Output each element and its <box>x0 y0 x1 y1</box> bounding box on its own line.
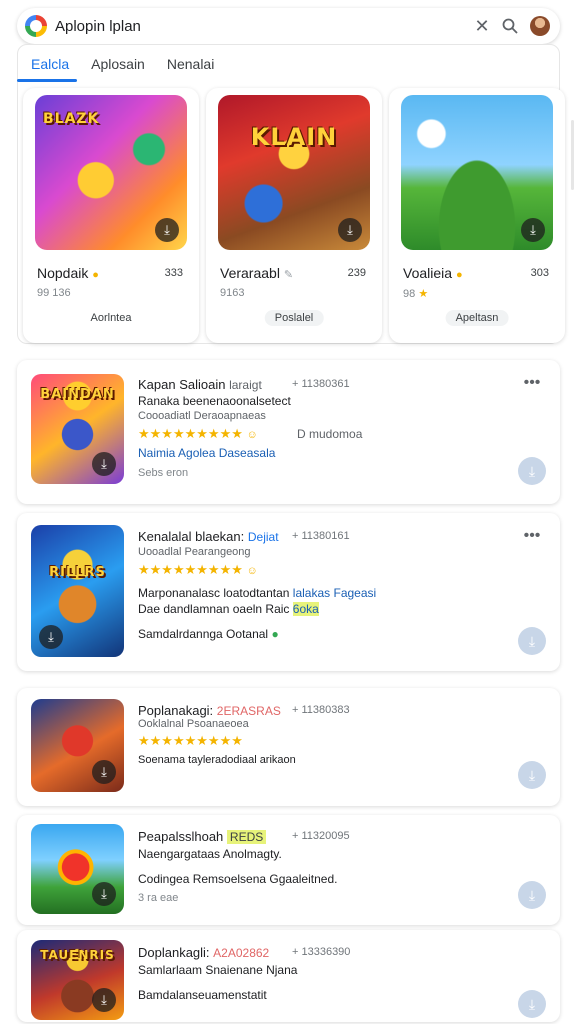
game-thumbnail[interactable]: KLAIN ⤓ <box>218 95 370 250</box>
search-icon[interactable] <box>496 12 524 40</box>
game-score: 333 <box>164 267 183 279</box>
status-icon: ● <box>271 627 279 641</box>
game-score: 239 <box>347 267 366 279</box>
install-icon[interactable]: ⤓ <box>92 760 116 784</box>
featured-card[interactable]: BLAZK ⤓ Nopdaik ● 333 99 136 Aorlntea <box>23 88 199 343</box>
game-title: Doplankagli: A2A02862 <box>138 945 270 960</box>
game-subtitle: Samlarlaam Snaienane Njana <box>138 963 298 977</box>
game-developer: Coooadiatl Deraoapnaeas <box>138 410 266 422</box>
install-icon[interactable]: ⤓ <box>518 881 546 909</box>
category-pill[interactable]: Apeltasn <box>445 310 509 326</box>
game-thumbnail[interactable]: ⤓ <box>31 824 124 914</box>
game-subtitle: Naengargataas Anolmagty. <box>138 847 282 861</box>
game-description-2: Dae dandlamnan oaeln Raic 6oka <box>138 602 319 616</box>
featured-card[interactable]: KLAIN ⤓ Veraraabl ✎ 239 9163 Poslalel <box>206 88 382 343</box>
game-meta: 3 ra eae <box>138 892 179 904</box>
game-subtitle: Ranaka beenenaoonalsetect <box>138 394 291 408</box>
emoji-icon: ☺ <box>246 565 258 577</box>
download-count: + 11380161 <box>292 530 350 542</box>
list-item[interactable]: TAUENRIS ⤓ Doplankagli: A2A02862 + 13336… <box>17 930 560 1022</box>
install-icon[interactable]: ⤓ <box>92 882 116 906</box>
install-icon[interactable]: ⤓ <box>518 990 546 1018</box>
list-item[interactable]: RILLRS ⤓ Kenalalal blaekan: Dejiat + 113… <box>17 513 560 671</box>
category-pill[interactable]: Poslalel <box>264 310 324 326</box>
badge-icon: ● <box>92 269 99 281</box>
game-name: Voalieia ● <box>403 265 463 281</box>
download-count: + 11380383 <box>292 704 350 716</box>
game-thumbnail[interactable]: RILLRS ⤓ <box>31 525 124 657</box>
game-art-title: KLAIN <box>250 122 338 151</box>
tab-bar: Ealcla Aplosain Nenalai <box>17 50 560 82</box>
featured-card[interactable]: ⤓ Voalieia ● 303 98 ★ Apeltasn <box>389 88 565 343</box>
download-count: + 11380361 <box>292 378 350 390</box>
game-art-title: RILLRS <box>49 564 106 580</box>
install-icon[interactable]: ⤓ <box>39 625 63 649</box>
list-item[interactable]: BAINDAN ⤓ Kapan Salioain laraigt + 11380… <box>17 360 560 504</box>
list-item[interactable]: ⤓ Peapalsslhoah REDS + 11320095 Naengarg… <box>17 815 560 925</box>
game-developer: Uooadlal Pearangeong <box>138 546 251 558</box>
game-art-title: BLAZK <box>43 110 100 127</box>
close-icon[interactable]: ✕ <box>468 12 496 40</box>
game-title: Kenalalal blaekan: Dejiat <box>138 529 279 544</box>
emoji-icon: ☺ <box>246 429 258 441</box>
game-name: Veraraabl ✎ <box>220 265 294 281</box>
game-title: Poplanakagi: 2ERASRAS <box>138 703 281 718</box>
game-meta: Samdalrdannga Ootanal ● <box>138 627 279 641</box>
game-description: Marponanalasc loatodtantan lalakas Fagea… <box>138 586 377 600</box>
rating-stars: ★★★★★★★★★ ☺ <box>138 562 258 577</box>
game-title: Peapalsslhoah REDS <box>138 829 267 844</box>
game-thumbnail[interactable]: ⤓ <box>401 95 553 250</box>
game-downloads: 9163 <box>220 287 245 299</box>
google-logo-icon <box>25 15 47 37</box>
game-name: Nopdaik ● <box>37 265 99 281</box>
tab-ealcla[interactable]: Ealcla <box>17 56 78 82</box>
install-icon[interactable]: ⤓ <box>155 218 179 242</box>
game-meta: Sebs eron <box>138 467 189 479</box>
game-art-title: TAUENRIS <box>40 948 115 962</box>
install-icon[interactable]: ⤓ <box>518 627 546 655</box>
game-title: Kapan Salioain laraigt <box>138 377 262 392</box>
install-icon[interactable]: ⤓ <box>521 218 545 242</box>
install-icon[interactable]: ⤓ <box>518 761 546 789</box>
rating-stars: ★★★★★★★★★ <box>138 733 243 748</box>
download-count: + 13336390 <box>292 946 351 958</box>
game-description: Codingea Remsoelsena Ggaaleitned. <box>138 872 338 886</box>
download-count: + 11320095 <box>292 830 350 842</box>
game-thumbnail[interactable]: BAINDAN ⤓ <box>31 374 124 484</box>
game-art-title: BAINDAN <box>40 387 115 403</box>
search-input[interactable]: Aplopin lplan <box>55 18 468 35</box>
avatar[interactable] <box>530 16 550 36</box>
game-developer: Ooklalnal Psoanaeoea <box>138 718 249 730</box>
game-description: Bamdalanseuamenstatit <box>138 988 267 1002</box>
tab-aplosain[interactable]: Aplosain <box>77 56 153 82</box>
star-icon: ★ <box>418 288 429 300</box>
game-thumbnail[interactable]: TAUENRIS ⤓ <box>31 940 124 1020</box>
install-icon[interactable]: ⤓ <box>338 218 362 242</box>
scrollbar[interactable] <box>571 120 574 190</box>
install-icon[interactable]: ⤓ <box>518 457 546 485</box>
tab-nenalai[interactable]: Nenalai <box>153 56 222 82</box>
edit-icon: ✎ <box>283 269 294 281</box>
more-options-icon[interactable]: ••• <box>520 528 544 545</box>
game-downloads: 98 ★ <box>403 288 429 300</box>
rating-text: D mudomoa <box>297 427 363 441</box>
game-score: 303 <box>530 267 549 279</box>
game-thumbnail[interactable]: BLAZK ⤓ <box>35 95 187 250</box>
game-feature: Naimia Agolea Daseasala <box>138 446 276 460</box>
search-bar[interactable]: Aplopin lplan ✕ <box>17 8 560 44</box>
game-thumbnail[interactable]: ⤓ <box>31 699 124 792</box>
game-description: Soenama tayleradodiaal arikaon <box>138 754 296 766</box>
game-downloads: 99 136 <box>37 287 71 299</box>
install-icon[interactable]: ⤓ <box>92 988 116 1012</box>
category-pill[interactable]: Aorlntea <box>81 310 142 326</box>
install-icon[interactable]: ⤓ <box>92 452 116 476</box>
rating-stars: ★★★★★★★★★ ☺ <box>138 426 258 441</box>
list-item[interactable]: ⤓ Poplanakagi: 2ERASRAS + 11380383 Ookla… <box>17 688 560 806</box>
badge-icon: ● <box>455 269 463 281</box>
more-options-icon[interactable]: ••• <box>520 375 544 392</box>
